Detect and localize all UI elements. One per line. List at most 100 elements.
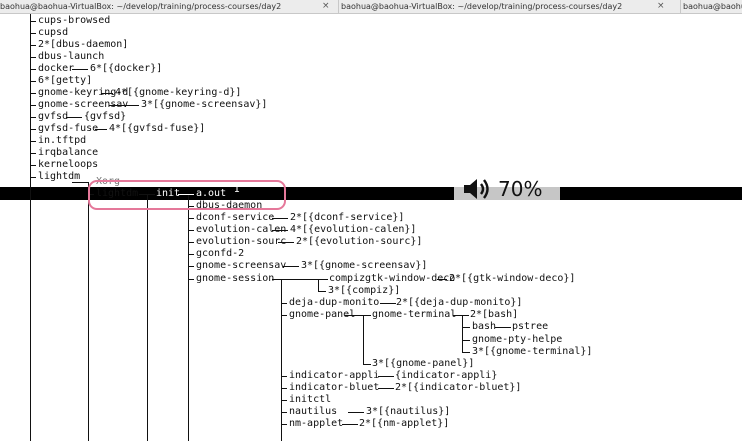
process-node: kerneloops (38, 159, 99, 170)
process-node: 3*[{compiz}] (328, 285, 401, 296)
process-node: gvfsd (38, 111, 69, 122)
tree-line (66, 117, 82, 119)
tree-line (30, 153, 36, 155)
process-node: nautilus (289, 406, 338, 417)
process-node: evolution-calen (196, 224, 287, 235)
tree-line (30, 21, 36, 23)
tree-line (462, 327, 470, 329)
tree-line (30, 57, 36, 59)
close-icon[interactable]: × (657, 0, 665, 13)
process-node: 2*[{dconf-service}] (290, 212, 405, 223)
process-node: 6*[getty] (38, 75, 93, 86)
tree-line (30, 33, 36, 35)
tab-terminal-1[interactable]: baohua@baohua-VirtualBox: ~/develop/trai… (0, 0, 330, 13)
process-node: indicator-bluet (289, 382, 380, 393)
tree-line (30, 129, 36, 131)
process-node: {gvfsd} (84, 111, 127, 122)
tree-line (30, 177, 36, 179)
tree-line (272, 218, 288, 220)
process-node: compiz (329, 273, 366, 284)
tree-line (188, 218, 194, 220)
tree-line (363, 364, 371, 366)
process-node: gnome-session (196, 273, 275, 284)
tree-line (318, 279, 320, 291)
process-node: gnome-pty-helpe (472, 334, 563, 345)
tree-line (378, 388, 394, 390)
tree-line (188, 266, 194, 268)
tree-line (342, 424, 358, 426)
process-node: gnome-screensav (196, 260, 287, 271)
tab-label: baohua@baohua-VirtualBox: ~/develop/trai… (341, 2, 623, 11)
tree-line (318, 279, 328, 281)
process-node: 3*[{gnome-screensav}] (301, 260, 428, 271)
close-icon[interactable]: × (322, 0, 330, 13)
tree-line (462, 340, 470, 342)
tree-line (281, 400, 287, 402)
process-node: 3*[{gnome-terminal}] (472, 346, 593, 357)
process-node: irqbalance (38, 147, 99, 158)
tree-line (72, 69, 88, 71)
process-node: 6*[{docker}] (90, 63, 163, 74)
process-node: gnome-screensav (38, 99, 129, 110)
tab-bar: baohua@baohua-VirtualBox: ~/develop/trai… (0, 0, 742, 14)
process-node: gnome-panel (289, 309, 356, 320)
tree-line (281, 315, 287, 317)
process-node: 2*[{deja-dup-monito}] (396, 297, 523, 308)
tab-label: baohua@baohua-VirtualBox: ~/develop/trai… (0, 2, 282, 11)
process-node: 2*[bash] (470, 309, 519, 320)
process-node: 2*[{nm-applet}] (359, 418, 450, 429)
tree-line (495, 327, 511, 329)
tree-line (30, 165, 36, 167)
tree-line (188, 279, 194, 281)
process-node: gnome-terminal (372, 309, 457, 320)
volume-indicator: 70% (462, 176, 542, 202)
process-node: 3*[{gnome-screensav}] (141, 99, 268, 110)
tree-line (88, 182, 90, 441)
process-node: cupsd (38, 27, 69, 38)
tree-line (348, 412, 364, 414)
tree-line (30, 69, 36, 71)
tree-line (281, 388, 287, 390)
process-node: gvfsd-fuse (38, 123, 99, 134)
process-node: 2*[{evolution-sourc}] (296, 236, 423, 247)
terminal-output[interactable]: cups-browsed cupsd 2*[dbus-daemon] dbus-… (0, 14, 742, 441)
process-node: 4*[{gvfsd-fuse}] (109, 123, 206, 134)
process-node: evolution-sourc (196, 236, 287, 247)
process-node: dbus-launch (38, 51, 105, 62)
process-node: pstree (512, 321, 549, 332)
process-node: docker (38, 63, 75, 74)
tab-terminal-3[interactable]: baohua@baohua (680, 0, 742, 13)
tree-line (188, 242, 194, 244)
process-node: 4*[{evolution-calen}] (290, 224, 417, 235)
tab-label: baohua@baohua (683, 2, 742, 11)
highlight-box (88, 180, 286, 210)
process-node: dconf-service (196, 212, 275, 223)
tree-line (380, 303, 396, 305)
tree-line (378, 376, 394, 378)
tree-line (188, 254, 194, 256)
process-node: initctl (289, 394, 332, 405)
process-node: 2*[{indicator-bluet}] (395, 382, 522, 393)
process-node: lightdm (38, 171, 81, 182)
process-node: gtk-window-deco (365, 273, 456, 284)
tree-line (30, 93, 36, 95)
volume-level: 70% (498, 177, 543, 201)
tree-line (188, 230, 194, 232)
tree-line (30, 105, 36, 107)
process-node: indicator-appli (289, 370, 380, 381)
tree-line (281, 376, 287, 378)
tree-line (281, 412, 287, 414)
tree-line (30, 141, 36, 143)
process-node: nm-applet (289, 418, 344, 429)
process-node: deja-dup-monito (289, 297, 380, 308)
process-node: 3*[{nautilus}] (366, 406, 451, 417)
tree-line (30, 45, 36, 47)
tree-line (462, 352, 470, 354)
tree-line (147, 194, 149, 441)
tab-terminal-2[interactable]: baohua@baohua-VirtualBox: ~/develop/trai… (338, 0, 667, 13)
tree-line (272, 279, 318, 281)
tree-line (30, 14, 32, 441)
process-node: 4*[{gnome-keyring-d}] (115, 87, 242, 98)
process-node: 2*[dbus-daemon] (38, 39, 129, 50)
process-node: cups-browsed (38, 15, 111, 26)
